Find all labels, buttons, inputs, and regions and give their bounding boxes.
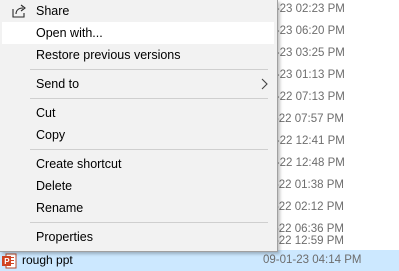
chevron-right-icon [261, 78, 268, 90]
menu-separator [30, 69, 268, 70]
menu-item-open-with[interactable]: Open with... [2, 22, 274, 44]
menu-item-create-shortcut[interactable]: Create shortcut [2, 153, 274, 175]
menu-item-rename[interactable]: Rename [2, 197, 274, 219]
menu-item-send-to[interactable]: Send to [2, 73, 274, 95]
menu-item-label: Share [36, 4, 70, 18]
share-icon [12, 4, 26, 18]
powerpoint-icon: P [2, 253, 17, 269]
selected-file-row[interactable]: P rough ppt 09-01-23 04:14 PM [0, 250, 399, 271]
menu-item-label: Open with... [36, 26, 103, 40]
menu-item-label: Send to [36, 77, 80, 91]
menu-item-label: Cut [36, 106, 56, 120]
menu-item-label: Properties [36, 230, 93, 244]
menu-item-label: Restore previous versions [36, 48, 181, 62]
menu-separator [30, 222, 268, 223]
menu-separator [30, 98, 268, 99]
menu-item-cut[interactable]: Cut [2, 102, 274, 124]
file-modified-date: 09-01-23 04:14 PM [263, 254, 362, 266]
svg-text:P: P [4, 257, 10, 266]
menu-item-copy[interactable]: Copy [2, 124, 274, 146]
menu-item-share[interactable]: Share [2, 0, 274, 22]
menu-item-properties[interactable]: Properties [2, 226, 274, 248]
menu-separator [30, 149, 268, 150]
menu-item-delete[interactable]: Delete [2, 175, 274, 197]
file-name: rough ppt [22, 253, 73, 267]
context-menu: Share Open with... Restore previous vers… [0, 0, 278, 252]
menu-item-label: Create shortcut [36, 157, 122, 171]
menu-item-label: Rename [36, 201, 84, 215]
menu-item-restore-previous-versions[interactable]: Restore previous versions [2, 44, 274, 66]
menu-item-label: Copy [36, 128, 66, 142]
menu-item-label: Delete [36, 179, 73, 193]
